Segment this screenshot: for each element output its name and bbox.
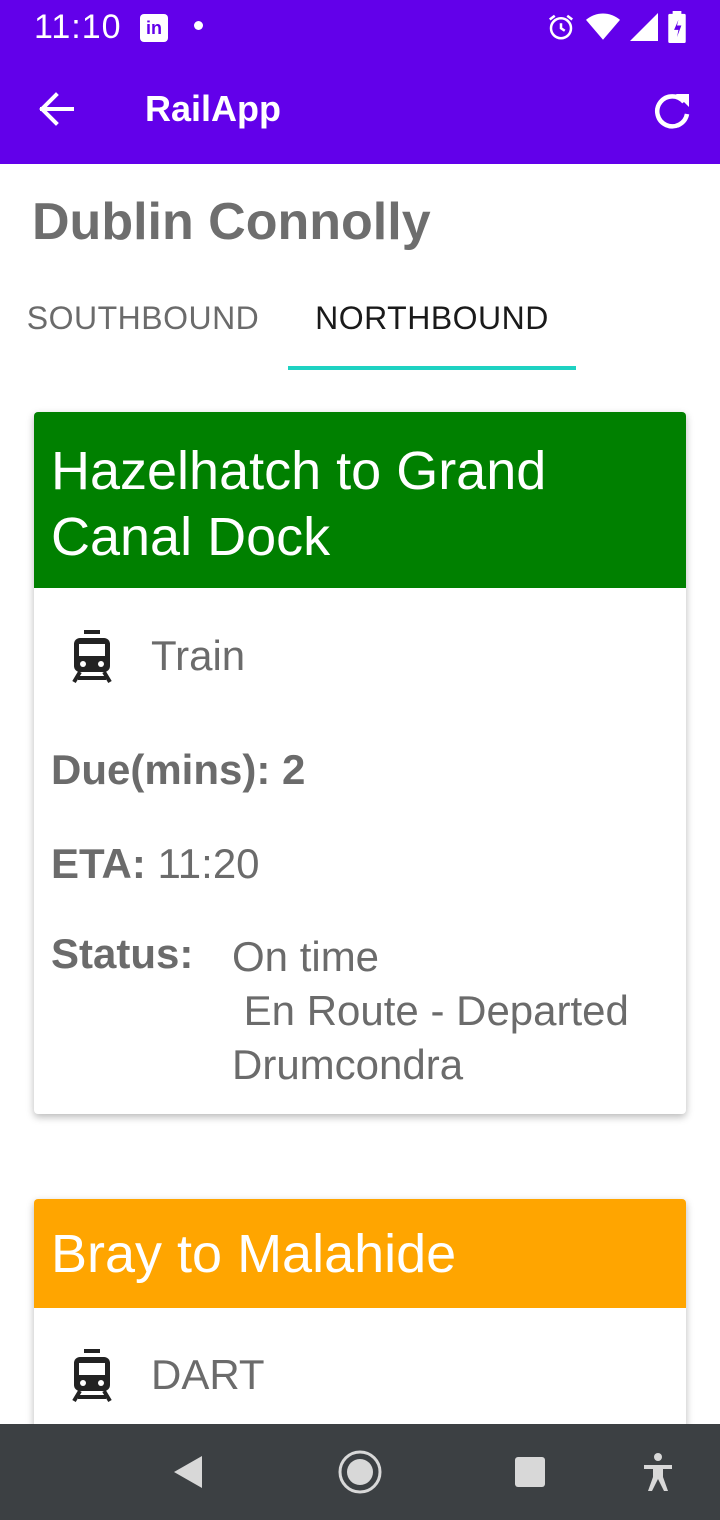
status-time: 11:10 xyxy=(34,8,122,46)
train-type-row: DART xyxy=(34,1345,686,1405)
eta-label: ETA: xyxy=(51,840,146,887)
back-triangle-icon[interactable] xyxy=(162,1446,214,1498)
refresh-icon[interactable] xyxy=(646,86,698,138)
route-title: Bray to Malahide xyxy=(34,1199,686,1308)
status-label: Status: xyxy=(51,930,194,977)
arrow-back-icon[interactable] xyxy=(28,84,84,134)
app-title: RailApp xyxy=(145,88,282,129)
wifi-icon xyxy=(586,13,620,40)
status-bar: 11:10 in xyxy=(0,0,720,54)
train-type-row: Train xyxy=(34,626,686,686)
train-icon xyxy=(72,630,112,684)
linkedin-icon: in xyxy=(140,14,168,42)
eta-value: 11:20 xyxy=(157,840,260,887)
station-name: Dublin Connolly xyxy=(32,193,431,251)
battery-icon xyxy=(668,11,686,43)
due-value: 2 xyxy=(282,746,306,793)
tab-northbound[interactable]: NORTHBOUND xyxy=(288,300,576,370)
eta-row: ETA: 11:20 xyxy=(51,840,260,888)
train-card[interactable]: Bray to Malahide DART xyxy=(34,1199,686,1459)
train-icon xyxy=(72,1349,112,1403)
navigation-bar xyxy=(0,1424,720,1520)
home-circle-icon[interactable] xyxy=(334,1446,386,1498)
due-row: Due(mins): 2 xyxy=(51,746,305,794)
signal-icon xyxy=(630,13,658,41)
accessibility-icon[interactable] xyxy=(632,1446,684,1498)
notification-dot-icon xyxy=(194,21,203,30)
recents-square-icon[interactable] xyxy=(504,1446,556,1498)
status-row: Status: On time En Route - Departed Drum… xyxy=(51,930,681,1100)
status-value: On time En Route - Departed Drumcondra xyxy=(232,933,629,1088)
tab-indicator xyxy=(288,366,576,370)
train-type: Train xyxy=(151,632,246,679)
train-card[interactable]: Hazelhatch to Grand Canal Dock Train Due… xyxy=(34,412,686,1114)
tab-southbound[interactable]: SOUTHBOUND xyxy=(12,300,274,370)
app-bar: RailApp xyxy=(0,54,720,164)
train-type: DART xyxy=(151,1351,265,1398)
alarm-icon xyxy=(549,14,573,40)
due-label: Due(mins): xyxy=(51,746,271,793)
route-title: Hazelhatch to Grand Canal Dock xyxy=(34,412,686,588)
status-icons xyxy=(546,10,686,44)
